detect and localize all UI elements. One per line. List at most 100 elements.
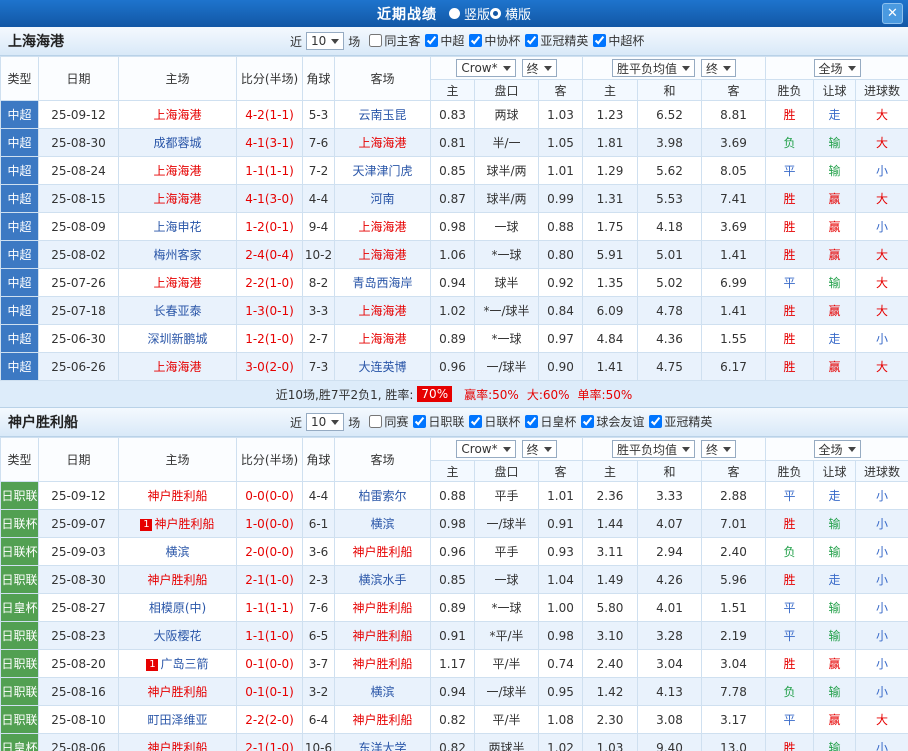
away-team-link[interactable]: 天津津门虎 <box>334 156 431 185</box>
filter-checkbox-3[interactable]: 日皇杯 <box>525 413 576 430</box>
checkbox-input[interactable] <box>413 415 427 428</box>
away-team-link[interactable]: 上海海港 <box>334 296 431 325</box>
filter-checkbox-5[interactable]: 亚冠精英 <box>649 413 712 430</box>
filter-checkbox-4[interactable]: 中超杯 <box>593 32 644 49</box>
match-count-select[interactable]: 10 <box>306 32 345 50</box>
filter-checkbox-0[interactable]: 同赛 <box>369 413 408 430</box>
handicap-away-odds: 0.84 <box>537 296 584 325</box>
home-team-link[interactable]: 神户胜利船 <box>118 733 237 751</box>
filter-checkbox-1[interactable]: 中超 <box>425 32 464 49</box>
radio-icon[interactable] <box>448 8 460 19</box>
checkbox-input[interactable] <box>469 415 483 428</box>
match-date: 25-08-16 <box>38 677 119 706</box>
checkbox-input[interactable] <box>649 415 663 428</box>
col-handicap-result: 让球 <box>813 79 857 101</box>
away-team-link[interactable]: 横滨 <box>334 677 431 706</box>
filter-checkbox-3[interactable]: 亚冠精英 <box>525 32 588 49</box>
away-team-link[interactable]: 上海海港 <box>334 212 431 241</box>
final-odds-select[interactable]: 终 <box>521 59 557 77</box>
home-team-link[interactable]: 上海海港 <box>118 100 237 129</box>
filter-checkbox-4[interactable]: 球会友谊 <box>581 413 644 430</box>
away-team-link[interactable]: 上海海港 <box>334 324 431 353</box>
match-count-value: 10 <box>311 34 327 48</box>
away-team-link[interactable]: 云南玉昆 <box>334 100 431 129</box>
filter-checkbox-2[interactable]: 中协杯 <box>469 32 520 49</box>
away-team-link[interactable]: 横滨水手 <box>334 565 431 594</box>
scope-select[interactable]: 全场 <box>813 440 861 458</box>
goals-outcome: 小 <box>855 677 908 706</box>
final-odds-select[interactable]: 终 <box>701 59 737 77</box>
competition-badge: 中超 <box>0 212 39 241</box>
col-odds-home: 主 <box>430 79 475 101</box>
close-button[interactable]: ✕ <box>882 3 903 24</box>
home-team-link[interactable]: 1 广岛三箭 <box>118 649 237 678</box>
checkbox-input[interactable] <box>425 34 439 47</box>
handicap-line: 一/球半 <box>474 509 539 538</box>
home-team-link[interactable]: 神户胜利船 <box>118 677 237 706</box>
avg-odds-select[interactable]: 胜平负均值 <box>612 440 696 458</box>
radio-label: 竖版 <box>463 8 490 23</box>
away-team-link[interactable]: 青岛西海岸 <box>334 268 431 297</box>
away-team-link[interactable]: 上海海港 <box>334 240 431 269</box>
away-team-link[interactable]: 神户胜利船 <box>334 649 431 678</box>
filter-checkbox-1[interactable]: 日职联 <box>413 413 464 430</box>
home-team-link[interactable]: 神户胜利船 <box>118 565 237 594</box>
result-outcome: 负 <box>765 677 815 706</box>
away-team-link[interactable]: 河南 <box>334 184 431 213</box>
layout-radio-1[interactable]: 横版 <box>490 4 531 23</box>
filter-checkbox-2[interactable]: 日联杯 <box>469 413 520 430</box>
home-team-link[interactable]: 横滨 <box>118 537 237 566</box>
bookmaker-value: Crow* <box>461 61 498 75</box>
home-team-link[interactable]: 1 神户胜利船 <box>118 509 237 538</box>
match-count-select[interactable]: 10 <box>306 413 345 431</box>
home-team-link[interactable]: 长春亚泰 <box>118 296 237 325</box>
result-outcome: 平 <box>765 156 815 185</box>
home-team-link[interactable]: 成都蓉城 <box>118 128 237 157</box>
home-team-link[interactable]: 上海海港 <box>118 268 237 297</box>
home-team-link[interactable]: 梅州客家 <box>118 240 237 269</box>
home-team-link[interactable]: 上海海港 <box>118 184 237 213</box>
away-team-link[interactable]: 柏雷索尔 <box>334 481 431 510</box>
checkbox-input[interactable] <box>369 34 383 47</box>
home-team-link[interactable]: 上海海港 <box>118 352 237 381</box>
checkbox-input[interactable] <box>469 34 483 47</box>
away-team-link[interactable]: 大连英博 <box>334 352 431 381</box>
checkbox-input[interactable] <box>525 34 539 47</box>
home-team-link[interactable]: 町田泽维亚 <box>118 705 237 734</box>
filter-checkbox-0[interactable]: 同主客 <box>369 32 420 49</box>
home-team-link[interactable]: 深圳新鹏城 <box>118 324 237 353</box>
away-team-link[interactable]: 神户胜利船 <box>334 621 431 650</box>
away-team-link[interactable]: 横滨 <box>334 509 431 538</box>
away-team-link[interactable]: 上海海港 <box>334 128 431 157</box>
checkbox-input[interactable] <box>581 415 595 428</box>
home-team-link[interactable]: 上海申花 <box>118 212 237 241</box>
away-team-link[interactable]: 神户胜利船 <box>334 593 431 622</box>
away-team-link[interactable]: 神户胜利船 <box>334 537 431 566</box>
home-team-link[interactable]: 神户胜利船 <box>118 481 237 510</box>
checkbox-input[interactable] <box>369 415 383 428</box>
radio-icon[interactable] <box>490 8 501 19</box>
result-outcome: 胜 <box>765 324 815 353</box>
avg-odds-select[interactable]: 胜平负均值 <box>612 59 696 77</box>
corner-count: 3-7 <box>302 649 335 678</box>
match-row: 中超 25-06-26 上海海港 3-0(2-0) 7-3 大连英博 0.96 一/球半 0.9… <box>0 352 908 381</box>
scope-select[interactable]: 全场 <box>813 59 861 77</box>
bookmaker-select[interactable]: Crow* <box>456 440 516 458</box>
home-team-link[interactable]: 相模原(中) <box>118 593 237 622</box>
away-team-link[interactable]: 神户胜利船 <box>334 705 431 734</box>
match-date: 25-09-12 <box>38 100 119 129</box>
handicap-outcome: 走 <box>813 565 857 594</box>
bookmaker-select[interactable]: Crow* <box>456 59 516 77</box>
match-date: 25-07-18 <box>38 296 119 325</box>
avg-away-odds: 1.41 <box>701 296 767 325</box>
home-team-link[interactable]: 大阪樱花 <box>118 621 237 650</box>
layout-radio-0[interactable]: 竖版 <box>448 4 490 23</box>
checkbox-input[interactable] <box>593 34 607 47</box>
handicap-home-odds: 0.89 <box>430 593 475 622</box>
checkbox-input[interactable] <box>525 415 539 428</box>
final-odds-select[interactable]: 终 <box>521 440 557 458</box>
home-team-link[interactable]: 上海海港 <box>118 156 237 185</box>
away-team-link[interactable]: 东洋大学 <box>334 733 431 751</box>
final-odds-select[interactable]: 终 <box>701 440 737 458</box>
avg-draw-odds: 4.13 <box>637 677 703 706</box>
